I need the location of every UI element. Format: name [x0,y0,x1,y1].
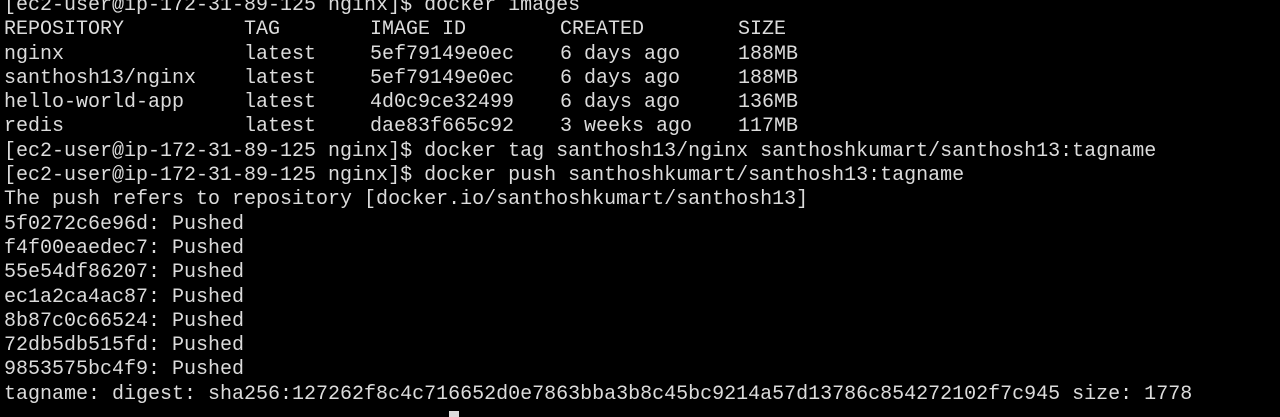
cell-tag: latest [244,66,317,90]
header-repository: REPOSITORY [4,18,125,42]
cell-size: 188MB [738,42,799,66]
header-size: SIZE [738,18,787,42]
cell-repository: hello-world-app [4,91,185,115]
table-row: nginx latest 5ef79149e0ec 6 days ago 188MB [0,43,1280,67]
table-row: santhosh13/nginx latest 5ef79149e0ec 6 days… [0,67,1280,91]
cell-image-id: dae83f665c92 [370,115,515,139]
command-text: docker images [424,0,581,17]
command-line-images: [ec2-user@ip-172-31-89-125 nginx]$ docke… [0,0,1280,18]
layer-status: 55e54df86207: Pushed [4,261,245,285]
cell-image-id: 5ef79149e0ec [370,66,515,90]
layer-status: 9853575bc4f9: Pushed [4,358,245,382]
cell-repository: redis [4,115,65,139]
cell-repository: santhosh13/nginx [4,66,197,90]
cell-created: 6 days ago [560,42,681,66]
header-tag: TAG [244,18,281,42]
cell-repository: nginx [4,42,65,66]
cell-created: 6 days ago [560,91,681,115]
cell-image-id: 5ef79149e0ec [370,42,515,66]
shell-prompt: [ec2-user@ip-172-31-89-125 nginx]$ [4,0,425,17]
layer-status: f4f00eaedec7: Pushed [4,236,245,260]
terminal-window[interactable]: [ec2-user@ip-172-31-89-125 nginx]$ docke… [0,0,1280,412]
cell-size: 117MB [738,115,799,139]
table-row: redis latest dae83f665c92 3 weeks ago 117MB [0,115,1280,139]
cell-image-id: 4d0c9ce32499 [370,91,515,115]
cell-created: 6 days ago [560,66,681,90]
layer-status: 5f0272c6e96d: Pushed [4,212,245,236]
cell-size: 188MB [738,66,799,90]
layer-status: 72db5db515fd: Pushed [4,334,245,358]
command-line-tag: [ec2-user@ip-172-31-89-125 nginx]$ docke… [0,140,1280,164]
cell-size: 136MB [738,91,799,115]
command-text: docker push santhoshkumart/santhosh13:ta… [424,164,965,188]
cell-tag: latest [244,115,317,139]
layer-status: ec1a2ca4ac87: Pushed [4,285,245,309]
layer-status: 8b87c0c66524: Pushed [4,309,245,333]
cell-tag: latest [244,42,317,66]
digest-line: tagname: digest: sha256:127262f8c4c71665… [4,382,1193,406]
push-repository-message: The push refers to repository [docker.io… [4,188,809,212]
cell-tag: latest [244,91,317,115]
command-line-push: [ec2-user@ip-172-31-89-125 nginx]$ docke… [0,164,1280,188]
header-image-id: IMAGE ID [370,18,467,42]
cell-created: 3 weeks ago [560,115,693,139]
command-text: docker tag santhosh13/nginx santhoshkuma… [424,139,1157,163]
header-created: CREATED [560,18,645,42]
table-header: REPOSITORY TAG IMAGE ID CREATED SIZE [0,18,1280,42]
shell-prompt: [ec2-user@ip-172-31-89-125 nginx]$ [4,139,425,163]
table-row: hello-world-app latest 4d0c9ce32499 6 days … [0,91,1280,115]
shell-prompt: [ec2-user@ip-172-31-89-125 nginx]$ [4,164,425,188]
